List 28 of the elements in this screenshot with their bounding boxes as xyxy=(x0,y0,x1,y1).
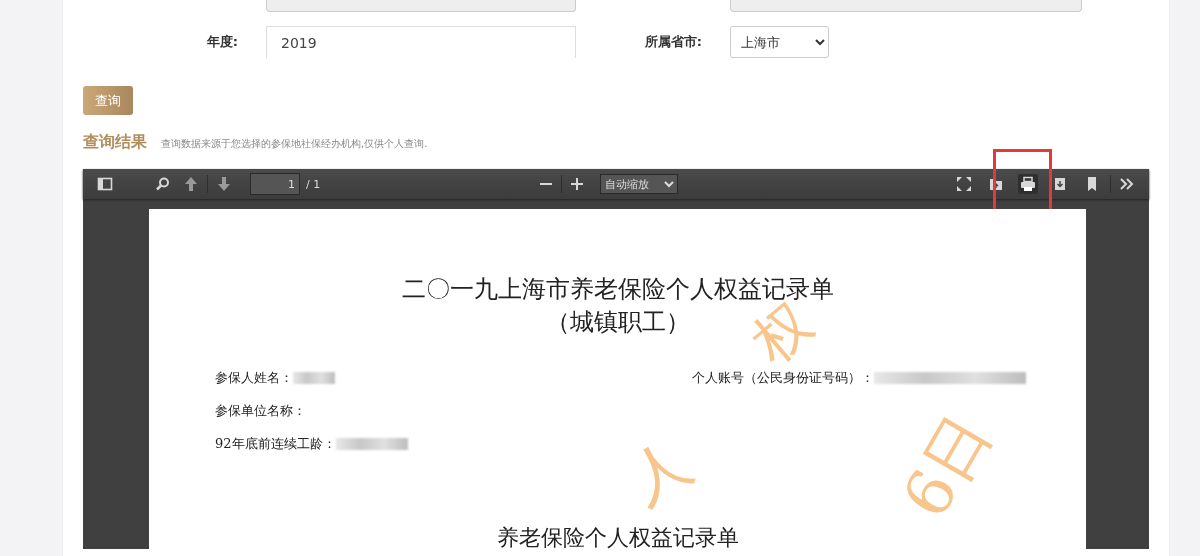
field-label: 参保单位名称： xyxy=(215,401,306,420)
document-subtitle: （城镇职工） xyxy=(545,307,690,338)
page-number-field[interactable]: 1 xyxy=(250,173,300,195)
document-section-title: 养老保险个人权益记录单 xyxy=(496,525,739,549)
field-label: 年度: xyxy=(205,33,239,51)
zoom-select[interactable]: 自动缩放 xyxy=(599,174,678,194)
search-icon[interactable] xyxy=(155,176,171,192)
year-field[interactable]: 2019 xyxy=(266,26,576,58)
up-arrow-icon[interactable] xyxy=(183,176,199,192)
province-select[interactable]: 上海市 xyxy=(730,26,829,58)
field-label: 92年底前连续工龄： xyxy=(215,434,336,453)
input-field[interactable] xyxy=(266,0,576,12)
results-note: 查询数据来源于您选择的参保地社保经办机构,仅供个人查询. xyxy=(161,137,428,151)
double-chevron-icon[interactable] xyxy=(1119,176,1135,192)
stamp-text: 人 xyxy=(618,430,700,512)
down-arrow-icon[interactable] xyxy=(216,176,232,192)
sidebar-toggle-icon[interactable] xyxy=(97,176,113,192)
field-label: 所属省市: xyxy=(643,33,703,51)
section-title: 查询结果 xyxy=(83,132,147,153)
input-field[interactable] xyxy=(730,0,1082,12)
field-label: 参保人姓名： xyxy=(215,368,293,387)
fullscreen-icon[interactable] xyxy=(954,174,974,194)
field-label: 个人账号（公民身份证号码）： xyxy=(692,368,874,387)
print-icon[interactable] xyxy=(1018,174,1038,194)
zoom-in-icon[interactable] xyxy=(569,177,584,191)
page-count: / 1 xyxy=(306,177,321,191)
stamp-text: 6日 xyxy=(892,404,1001,528)
document-title: 二〇一九上海市养老保险个人权益记录单 xyxy=(401,274,834,303)
